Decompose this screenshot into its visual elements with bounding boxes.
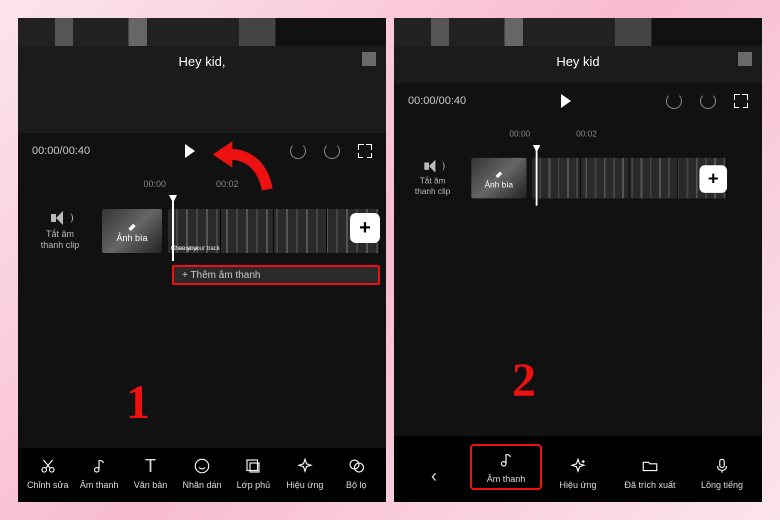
more-icon — [331, 456, 382, 476]
edit-icon — [126, 219, 138, 231]
video-preview: Hey kid, — [18, 18, 386, 133]
step-number: 1 — [126, 375, 150, 430]
ruler-tick: 00:02 — [576, 129, 597, 138]
video-track[interactable]: Choose your track Chae your Choose your … — [168, 209, 380, 253]
tool-extracted[interactable]: Đã trích xuất — [614, 456, 686, 490]
mute-clip-button[interactable]: Tắt âm thanh clip — [400, 160, 466, 196]
cover-clip[interactable]: Ảnh bìa — [471, 158, 526, 198]
fullscreen-button[interactable] — [358, 144, 372, 158]
tool-filter[interactable]: Bộ lọ — [331, 456, 382, 490]
subtitle-area: Hey kid, — [18, 46, 386, 83]
fullscreen-button[interactable] — [734, 94, 748, 108]
tool-sticker[interactable]: Nhãn dán — [176, 456, 227, 490]
redo-button[interactable] — [324, 143, 340, 159]
music-note-icon — [73, 456, 124, 476]
undo-button[interactable] — [666, 93, 682, 109]
cover-clip[interactable]: Ảnh bìa — [102, 209, 162, 253]
video-preview: Hey kid — [394, 18, 762, 83]
folder-icon — [614, 456, 686, 476]
tool-edit[interactable]: Chỉnh sửa — [22, 456, 73, 490]
play-button[interactable] — [185, 144, 195, 158]
timeline: 00:00 00:02 Tắt âm thanh clip Ảnh bìa Ch… — [18, 169, 386, 448]
sparkle-icon — [542, 456, 614, 476]
subtitle-text: Hey kid, — [179, 54, 226, 69]
tutorial-panel-1: Hey kid, 00:00/00:40 00:00 00:02 Tắt âm … — [18, 18, 386, 502]
subtitle-settings-icon[interactable] — [738, 52, 752, 66]
play-button[interactable] — [561, 94, 571, 108]
subtitle-area: Hey kid — [394, 46, 762, 83]
playhead[interactable] — [172, 199, 174, 261]
time-display: 00:00/00:40 — [408, 95, 466, 107]
step-number: 2 — [512, 353, 536, 408]
transport-bar: 00:00/00:40 — [18, 133, 386, 169]
tutorial-panel-2: Hey kid 00:00/00:40 00:00 00:02 Tắt âm t… — [394, 18, 762, 502]
text-icon: T — [125, 456, 176, 476]
tool-sound[interactable]: Âm thanh — [470, 444, 542, 490]
add-clip-button[interactable]: + — [350, 213, 380, 243]
subtitle-text: Hey kid — [556, 54, 599, 69]
video-track[interactable] — [532, 158, 727, 198]
tool-voiceover[interactable]: Lồng tiếng — [686, 456, 758, 490]
scissors-icon — [22, 456, 73, 476]
speaker-icon — [51, 211, 69, 225]
undo-button[interactable] — [290, 143, 306, 159]
ruler-tick: 00:02 — [216, 179, 239, 189]
sparkle-icon — [279, 456, 330, 476]
ruler-tick: 00:00 — [401, 129, 530, 138]
cover-label: Ảnh bìa — [485, 180, 514, 189]
timeline: 00:00 00:02 Tắt âm thanh clip Ảnh bìa + … — [394, 119, 762, 436]
transport-bar: 00:00/00:40 — [394, 83, 762, 119]
cover-label: Ảnh bìa — [116, 233, 147, 243]
microphone-icon — [686, 456, 758, 476]
time-ruler: 00:00 00:02 — [394, 129, 733, 144]
back-button[interactable]: ‹ — [398, 466, 470, 490]
edit-icon — [493, 167, 504, 178]
playhead[interactable] — [536, 149, 538, 206]
tool-effects[interactable]: Hiệu ứng — [279, 456, 330, 490]
sticker-icon — [176, 456, 227, 476]
speaker-icon — [424, 160, 441, 173]
tool-text[interactable]: TVăn bản — [125, 456, 176, 490]
redo-button[interactable] — [700, 93, 716, 109]
music-note-icon — [480, 450, 532, 470]
chevron-left-icon: ‹ — [398, 466, 470, 486]
preview-frame — [18, 18, 386, 46]
preview-frame — [394, 18, 762, 46]
subtitle-settings-icon[interactable] — [362, 52, 376, 66]
tool-overlay[interactable]: Lớp phủ — [228, 456, 279, 490]
mute-clip-button[interactable]: Tắt âm thanh clip — [24, 211, 96, 251]
time-display: 00:00/00:40 — [32, 145, 90, 157]
ruler-tick: 00:00 — [26, 179, 166, 189]
bottom-toolbar: ‹ Âm thanh Hiệu ứng Đã trích xuất Lồng t… — [394, 436, 762, 502]
bottom-toolbar: Chỉnh sửa Âm thanh TVăn bản Nhãn dán Lớp… — [18, 448, 386, 502]
add-clip-button[interactable]: + — [699, 165, 727, 193]
time-ruler: 00:00 00:02 — [18, 179, 386, 195]
tool-effects[interactable]: Hiệu ứng — [542, 456, 614, 490]
overlay-icon — [228, 456, 279, 476]
add-sound-strip[interactable]: + Thêm âm thanh — [172, 265, 380, 285]
tool-sound[interactable]: Âm thanh — [73, 456, 124, 490]
